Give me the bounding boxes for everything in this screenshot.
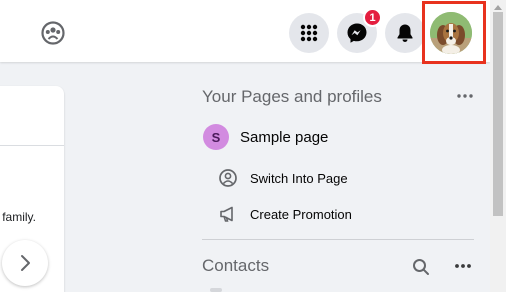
contacts-section-title: Contacts [202, 256, 270, 275]
scroll-up-arrow-icon[interactable] [494, 4, 502, 10]
pages-section-title: Your Pages and profiles [202, 87, 382, 106]
groups-icon[interactable] [40, 20, 66, 46]
feed-card-divider [0, 145, 64, 146]
profile-avatar-icon [430, 12, 472, 54]
more-horizontal-icon[interactable] [454, 89, 476, 103]
messenger-notification-badge: 1 [363, 8, 382, 27]
scrollbar-thumb[interactable] [493, 12, 503, 216]
page-name: Sample page [240, 128, 329, 146]
create-promotion-label: Create Promotion [250, 206, 352, 222]
notifications-button[interactable] [385, 13, 425, 53]
feed-post-text: family. [2, 210, 36, 224]
chevron-right-icon [21, 255, 30, 271]
bell-icon [397, 24, 413, 42]
contact-item-partial [210, 288, 222, 292]
switch-into-page-link[interactable]: Switch Into Page [218, 167, 348, 189]
megaphone-icon [220, 206, 233, 222]
search-icon[interactable] [411, 257, 431, 277]
create-promotion-link[interactable]: Create Promotion [218, 203, 352, 225]
profile-avatar[interactable] [430, 12, 472, 54]
page-item-sample-page[interactable]: S Sample page [203, 123, 328, 151]
messenger-icon [347, 23, 367, 43]
switch-into-page-label: Switch Into Page [250, 170, 348, 186]
page-avatar: S [203, 124, 229, 150]
menu-button[interactable] [289, 13, 329, 53]
facebook-screen: 1 family. Your Pages and profiles S Samp… [0, 0, 506, 292]
section-divider [202, 239, 474, 240]
more-horizontal-icon[interactable] [452, 259, 474, 273]
grid-menu-icon [300, 24, 318, 42]
switch-profile-icon [219, 169, 237, 187]
carousel-next-button[interactable] [2, 240, 48, 286]
